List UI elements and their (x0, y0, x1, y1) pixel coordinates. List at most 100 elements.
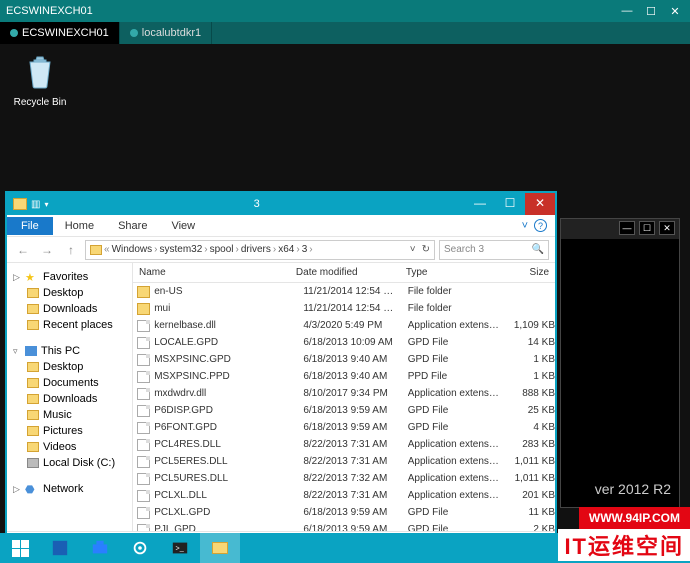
file-row[interactable]: en-US11/21/2014 12:54 …File folder (133, 283, 555, 300)
file-type: Application extens… (408, 388, 501, 399)
nav-up-button[interactable]: ↑ (61, 240, 81, 260)
nav-pc-music[interactable]: Music (9, 407, 130, 423)
bg-minimize-button[interactable]: — (619, 221, 635, 235)
ribbon-file[interactable]: File (7, 217, 53, 235)
file-date: 8/22/2013 7:31 AM (303, 439, 407, 450)
file-icon (137, 388, 150, 400)
nav-pc-videos[interactable]: Videos (9, 439, 130, 455)
file-row[interactable]: PCL4RES.DLL8/22/2013 7:31 AMApplication … (133, 436, 555, 453)
app-maximize-button[interactable]: ☐ (642, 5, 660, 18)
file-row[interactable]: P6FONT.GPD6/18/2013 9:59 AMGPD File4 KB (133, 419, 555, 436)
file-icon (137, 524, 150, 532)
remote-desktop[interactable]: Recycle Bin — ☐ ✕ ver 2012 R2 ▥ ▾ 3 — ☐ … (0, 44, 690, 533)
file-row[interactable]: PCL5ERES.DLL8/22/2013 7:31 AMApplication… (133, 453, 555, 470)
file-row[interactable]: PCLXL.GPD6/18/2013 9:59 AMGPD File11 KB (133, 504, 555, 521)
nav-pc-localdisk[interactable]: Local Disk (C:) (9, 455, 130, 471)
refresh-icon[interactable]: ↻ (422, 244, 430, 255)
file-icon (137, 473, 150, 485)
file-icon (137, 439, 150, 451)
file-date: 8/22/2013 7:31 AM (303, 456, 407, 467)
file-list[interactable]: Name Date modified Type Size en-US11/21/… (133, 263, 555, 531)
file-row[interactable]: mui11/21/2014 12:54 …File folder (133, 300, 555, 317)
nav-downloads[interactable]: Downloads (9, 301, 130, 317)
nav-this-pc[interactable]: ▿This PC (9, 343, 130, 359)
file-row[interactable]: PCLXL.DLL8/22/2013 7:31 AMApplication ex… (133, 487, 555, 504)
nav-pc-pictures[interactable]: Pictures (9, 423, 130, 439)
explorer-titlebar[interactable]: ▥ ▾ 3 — ☐ ✕ (7, 193, 555, 215)
app-minimize-button[interactable]: — (618, 5, 636, 18)
col-size[interactable]: Size (498, 263, 555, 282)
taskbar-app-4[interactable]: >_ (160, 533, 200, 563)
nav-forward-button[interactable]: → (37, 240, 57, 260)
tab-session-0[interactable]: ECSWINEXCH01 (0, 22, 120, 44)
explorer-title: 3 (48, 198, 465, 210)
file-row[interactable]: PCL5URES.DLL8/22/2013 7:32 AMApplication… (133, 470, 555, 487)
qat-props-icon[interactable]: ▥ (31, 199, 40, 210)
background-window[interactable]: — ☐ ✕ ver 2012 R2 (560, 218, 680, 508)
bg-maximize-button[interactable]: ☐ (639, 221, 655, 235)
navigation-pane[interactable]: ▷★Favorites Desktop Downloads Recent pla… (7, 263, 133, 531)
col-name[interactable]: Name (133, 263, 290, 282)
nav-pc-documents[interactable]: Documents (9, 375, 130, 391)
recycle-bin[interactable]: Recycle Bin (10, 54, 70, 108)
crumb[interactable]: 3 (302, 244, 308, 255)
file-type: Application extens… (408, 456, 501, 467)
explorer-ribbon-tabs: File Home Share View ˅ ? (7, 215, 555, 237)
search-input[interactable]: Search 3 🔍 (439, 240, 549, 260)
bg-close-button[interactable]: ✕ (659, 221, 675, 235)
nav-recent[interactable]: Recent places (9, 317, 130, 333)
col-type[interactable]: Type (400, 263, 498, 282)
crumb[interactable]: system32 (159, 244, 202, 255)
start-button[interactable] (0, 533, 40, 563)
app-close-button[interactable]: ✕ (666, 5, 684, 18)
file-row[interactable]: MSXPSINC.GPD6/18/2013 9:40 AMGPD File1 K… (133, 351, 555, 368)
file-date: 6/18/2013 9:59 AM (303, 422, 407, 433)
app-icon (91, 539, 109, 557)
explorer-maximize-button[interactable]: ☐ (495, 193, 525, 215)
tab-session-1[interactable]: localubtdkr1 (120, 22, 212, 44)
nav-desktop[interactable]: Desktop (9, 285, 130, 301)
file-size: 1 KB (501, 371, 555, 382)
file-row[interactable]: mxdwdrv.dll8/10/2017 9:34 PMApplication … (133, 385, 555, 402)
address-dropdown-icon[interactable]: ˅ (410, 244, 416, 255)
watermark-url: WWW.94IP.COM (579, 507, 690, 529)
taskbar-app-3[interactable] (120, 533, 160, 563)
ribbon-expand-icon[interactable]: ˅ (522, 220, 528, 232)
file-size: 201 KB (501, 490, 555, 501)
file-row[interactable]: LOCALE.GPD6/18/2013 10:09 AMGPD File14 K… (133, 334, 555, 351)
col-date[interactable]: Date modified (290, 263, 400, 282)
file-row[interactable]: PJL.GPD6/18/2013 9:59 AMGPD File2 KB (133, 521, 555, 531)
status-dot-icon (10, 29, 18, 37)
nav-network[interactable]: ▷⬣Network (9, 481, 130, 497)
crumb[interactable]: spool (210, 244, 234, 255)
file-row[interactable]: kernelbase.dll4/3/2020 5:49 PMApplicatio… (133, 317, 555, 334)
taskbar-explorer[interactable] (200, 533, 240, 563)
ribbon-share[interactable]: Share (106, 217, 159, 235)
ribbon-view[interactable]: View (159, 217, 207, 235)
nav-pc-desktop[interactable]: Desktop (9, 359, 130, 375)
nav-back-button[interactable]: ← (13, 240, 33, 260)
file-explorer-window[interactable]: ▥ ▾ 3 — ☐ ✕ File Home Share View ˅ ? ← →… (6, 192, 556, 552)
explorer-close-button[interactable]: ✕ (525, 193, 555, 215)
file-date: 6/18/2013 9:40 AM (303, 371, 407, 382)
address-bar[interactable]: « Windows› system32› spool› drivers› x64… (85, 240, 435, 260)
ribbon-home[interactable]: Home (53, 217, 106, 235)
nav-favorites[interactable]: ▷★Favorites (9, 269, 130, 285)
file-name: kernelbase.dll (154, 320, 303, 331)
nav-pc-downloads[interactable]: Downloads (9, 391, 130, 407)
explorer-minimize-button[interactable]: — (465, 193, 495, 215)
file-type: PPD File (408, 371, 501, 382)
crumb[interactable]: x64 (278, 244, 294, 255)
file-row[interactable]: MSXPSINC.PPD6/18/2013 9:40 AMPPD File1 K… (133, 368, 555, 385)
crumb[interactable]: Windows (112, 244, 153, 255)
os-watermark: ver 2012 R2 (595, 481, 671, 497)
taskbar-app-1[interactable] (40, 533, 80, 563)
taskbar-app-2[interactable] (80, 533, 120, 563)
folder-icon (13, 198, 27, 210)
crumb[interactable]: drivers (241, 244, 271, 255)
file-type: GPD File (408, 524, 501, 531)
help-icon[interactable]: ? (534, 219, 547, 232)
file-size: 1,011 KB (501, 473, 555, 484)
file-name: MSXPSINC.GPD (154, 354, 303, 365)
file-row[interactable]: P6DISP.GPD6/18/2013 9:59 AMGPD File25 KB (133, 402, 555, 419)
